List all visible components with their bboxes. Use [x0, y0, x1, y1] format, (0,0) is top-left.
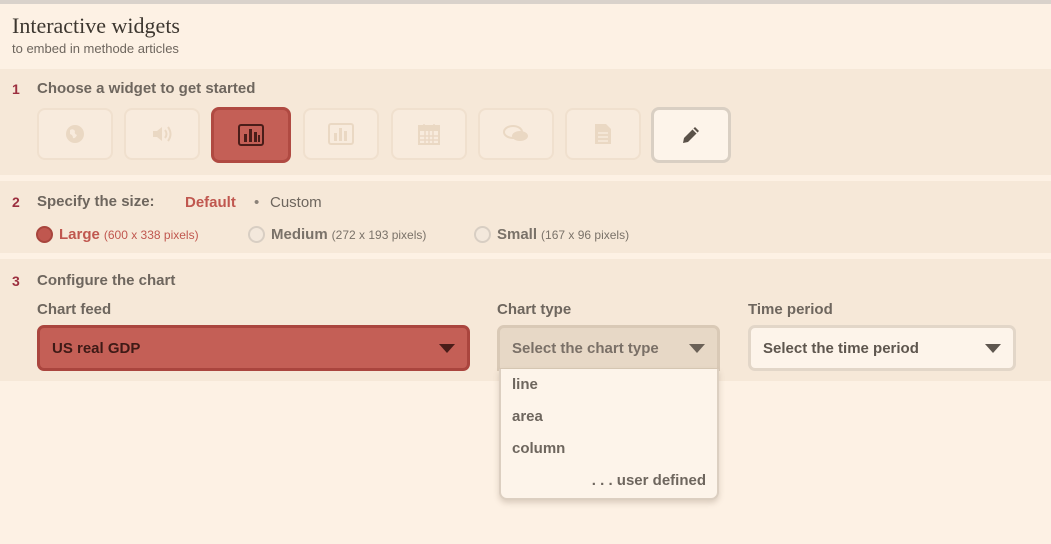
size-mode-custom[interactable]: Custom [270, 194, 322, 211]
time-period-select[interactable]: Select the time period [748, 325, 1016, 371]
speech-bubbles-icon [503, 125, 528, 141]
size-option-label: Large [59, 226, 100, 243]
step-choose-widget: 1 Choose a widget to get started [0, 69, 1051, 175]
step-number: 3 [12, 273, 20, 289]
widget-calendar-button[interactable] [391, 108, 467, 160]
chart-type-placeholder: Select the chart type [512, 339, 659, 357]
chevron-down-icon [985, 343, 1001, 353]
radio-selected-icon [36, 226, 53, 243]
size-mode-separator: • [254, 194, 260, 211]
size-option-large[interactable]: Large (600 x 338 pixels) [36, 226, 199, 243]
step-number: 1 [12, 81, 20, 97]
radio-unselected-icon [248, 226, 265, 243]
chart-type-select[interactable]: Select the chart type [497, 325, 720, 371]
page-title: Interactive widgets [12, 13, 180, 38]
chart-type-label: Chart type [497, 301, 572, 318]
chart-feed-select[interactable]: US real GDP [37, 325, 470, 371]
widget-document-button[interactable] [565, 108, 641, 160]
time-period-placeholder: Select the time period [763, 339, 919, 357]
step-title: Specify the size: [37, 193, 155, 210]
widget-chart-alt-button[interactable] [303, 108, 379, 160]
chart-type-dropdown: line area column . . . user defined [499, 369, 719, 500]
chevron-down-icon [439, 343, 455, 353]
document-icon [595, 124, 611, 144]
globe-icon [66, 125, 84, 143]
size-option-dims: (167 x 96 pixels) [541, 227, 630, 242]
chart-type-option-line[interactable]: line [512, 376, 538, 393]
pencil-icon [683, 127, 699, 143]
step-title: Choose a widget to get started [37, 80, 256, 97]
widget-quote-button[interactable] [478, 108, 554, 160]
chart-type-option-user-defined[interactable]: . . . user defined [592, 472, 706, 489]
top-bar [0, 0, 1051, 4]
size-option-small[interactable]: Small (167 x 96 pixels) [474, 226, 629, 243]
step-number: 2 [12, 194, 20, 210]
size-mode-default[interactable]: Default [185, 194, 236, 211]
widget-audio-button[interactable] [124, 108, 200, 160]
page-subtitle: to embed in methode articles [12, 41, 179, 56]
size-option-dims: (600 x 338 pixels) [103, 227, 199, 242]
chart-feed-value: US real GDP [52, 339, 141, 357]
chart-type-option-column[interactable]: column [512, 440, 565, 457]
chart-type-option-area[interactable]: area [512, 408, 543, 425]
bar-chart-icon [328, 123, 354, 145]
size-option-dims: (272 x 193 pixels) [331, 227, 427, 242]
calendar-icon [418, 124, 440, 145]
chevron-down-icon [689, 343, 705, 353]
radio-unselected-icon [474, 226, 491, 243]
speaker-icon [153, 126, 172, 142]
step-specify-size: 2 Specify the size: Default • Custom Lar… [0, 181, 1051, 253]
chart-feed-label: Chart feed [37, 301, 112, 318]
widget-map-button[interactable] [37, 108, 113, 160]
size-option-label: Small [497, 226, 538, 243]
page-header: Interactive widgets to embed in methode … [12, 12, 180, 56]
widget-custom-edit-button[interactable] [651, 107, 731, 163]
size-option-medium[interactable]: Medium (272 x 193 pixels) [248, 226, 426, 243]
step-title: Configure the chart [37, 272, 176, 289]
bar-chart-icon [238, 124, 264, 146]
size-option-label: Medium [271, 226, 328, 243]
widget-chart-button[interactable] [211, 107, 291, 163]
time-period-label: Time period [748, 301, 833, 318]
step-configure-chart: 3 Configure the chart Chart feed Chart t… [0, 259, 1051, 381]
